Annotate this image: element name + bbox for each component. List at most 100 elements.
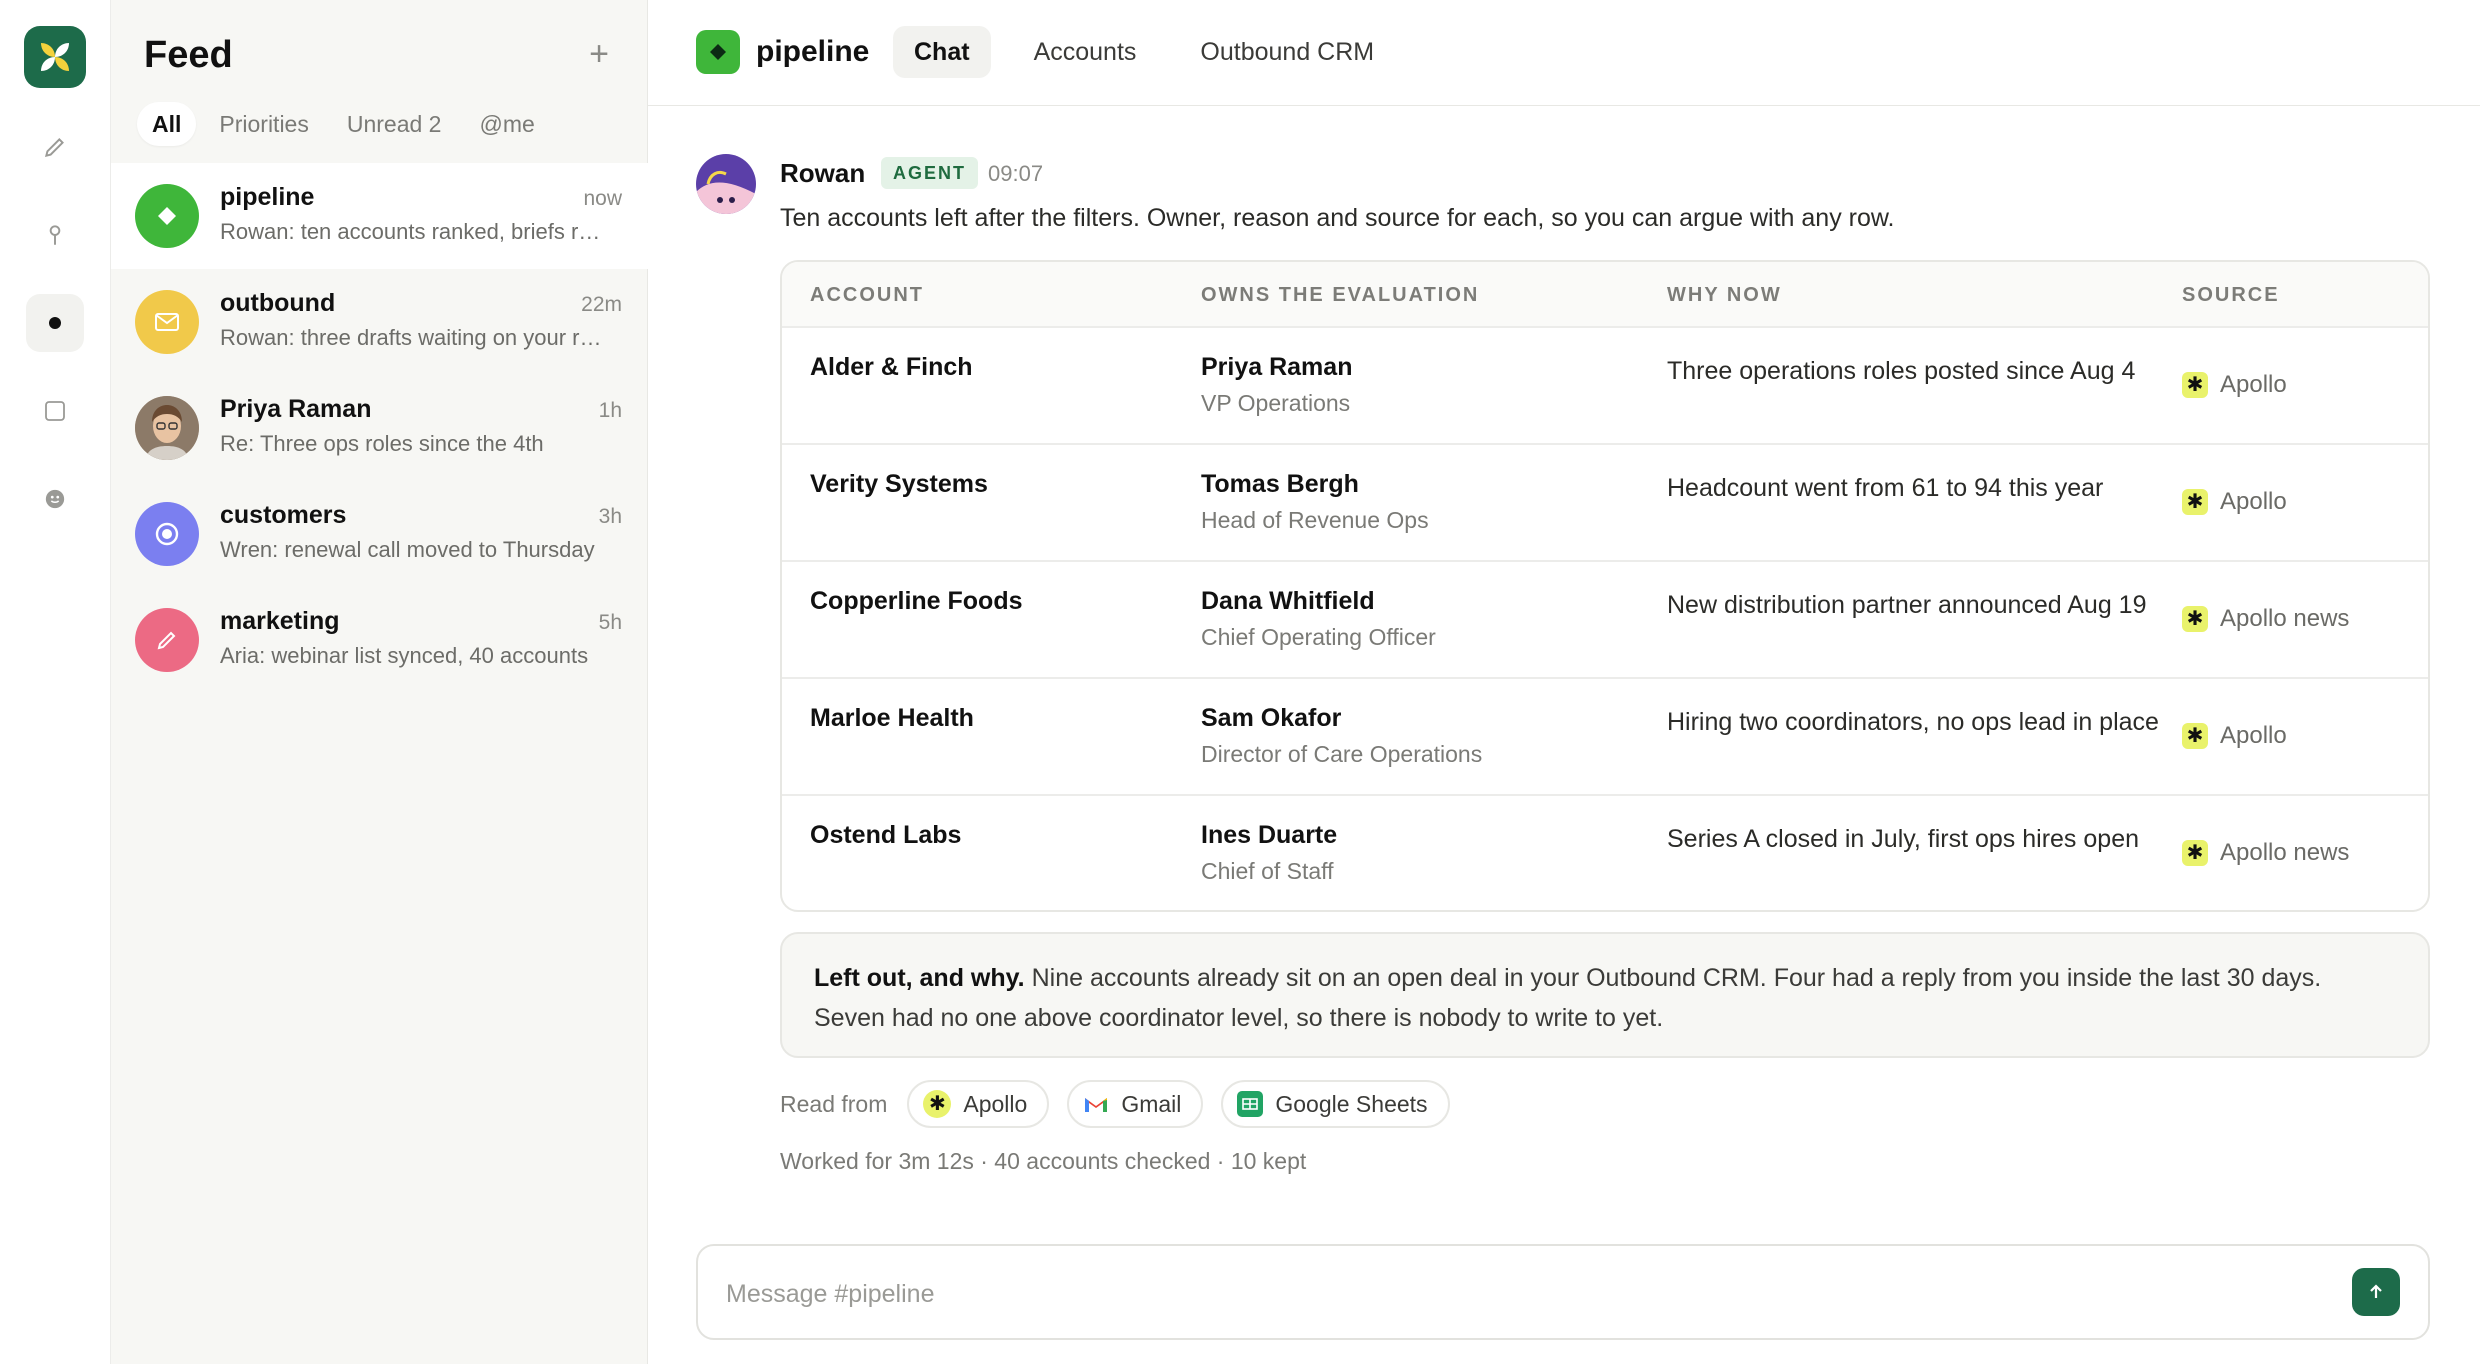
- feed-tab-mentions[interactable]: @me: [464, 102, 549, 146]
- feed-item-time: now: [583, 187, 622, 210]
- column-header-why-now: WHY NOW: [1667, 284, 1782, 306]
- feed-tab-unread[interactable]: Unread 2: [332, 102, 457, 146]
- source-chip-apollo[interactable]: ✱ Apollo: [907, 1080, 1050, 1128]
- note-text: Nine accounts already sit on an open dea…: [814, 964, 2322, 1032]
- owner-role: VP Operations: [1201, 390, 1351, 416]
- column-header-source: SOURCE: [2182, 284, 2280, 306]
- table-row[interactable]: Copperline Foods Dana Whitfield Chief Op…: [782, 562, 2428, 679]
- chip-label: Apollo: [963, 1090, 1028, 1117]
- column-header-owner: OWNS THE EVALUATION: [1201, 284, 1480, 306]
- feed-item-preview: Wren: renewal call moved to Thursday: [220, 537, 595, 562]
- tab-outbound-crm[interactable]: Outbound CRM: [1179, 26, 1395, 78]
- owner-role: Head of Revenue Ops: [1201, 507, 1429, 533]
- feed-item-time: 3h: [598, 505, 622, 528]
- feed-item-preview: Rowan: three drafts waiting on your revi…: [220, 325, 608, 350]
- table-row[interactable]: Alder & Finch Priya Raman VP Operations …: [782, 328, 2428, 445]
- source-label: Apollo: [2220, 722, 2287, 749]
- diamond-icon: [696, 30, 740, 74]
- owner-name: Priya Raman: [1201, 353, 1353, 381]
- chip-label: Google Sheets: [1275, 1090, 1428, 1117]
- source-label: Apollo: [2220, 371, 2287, 398]
- feed-item-name: pipeline: [220, 183, 315, 211]
- channel-tabs: Chat Accounts Outbound CRM: [893, 26, 1395, 78]
- apollo-icon: ✱: [2182, 606, 2208, 632]
- channel-name: pipeline: [756, 35, 870, 68]
- send-button[interactable]: [2352, 1268, 2400, 1316]
- owner-role: Chief Operating Officer: [1201, 624, 1436, 650]
- source-cell[interactable]: ✱ Apollo news: [2182, 605, 2349, 633]
- apollo-icon: ✱: [2182, 489, 2208, 515]
- source-chip-google-sheets[interactable]: Google Sheets: [1221, 1080, 1450, 1128]
- feed-item-name: Priya Raman: [220, 395, 372, 423]
- owner-role: Chief of Staff: [1201, 858, 1334, 884]
- why-now: Hiring two coordinators, no ops lead in …: [1667, 708, 2159, 736]
- envelope-icon: [135, 290, 199, 354]
- flower-logo-icon: [41, 43, 69, 71]
- square-icon[interactable]: [26, 382, 84, 440]
- diamond-icon: [135, 184, 199, 248]
- account-name: Ostend Labs: [810, 821, 962, 849]
- feed-item-time: 1h: [598, 399, 622, 422]
- dot-icon[interactable]: [26, 294, 84, 352]
- table-row[interactable]: Verity Systems Tomas Bergh Head of Reven…: [782, 445, 2428, 562]
- message-input[interactable]: [726, 1274, 2226, 1314]
- pin-icon[interactable]: [26, 206, 84, 264]
- source-cell[interactable]: ✱ Apollo: [2182, 722, 2287, 750]
- message-text: Ten accounts left after the filters. Own…: [780, 204, 1895, 232]
- feed-item-time: 22m: [581, 293, 622, 316]
- feed-item-outbound[interactable]: outbound 22m Rowan: three drafts waiting…: [111, 269, 648, 375]
- chip-label: Gmail: [1121, 1090, 1182, 1117]
- pencil-icon[interactable]: [26, 118, 84, 176]
- apollo-icon: ✱: [923, 1090, 952, 1118]
- feed-sidebar: Feed + All Priorities Unread 2 @me pipel…: [111, 0, 648, 1364]
- account-name: Verity Systems: [810, 470, 988, 498]
- message-composer: [696, 1244, 2430, 1340]
- owner-name: Sam Okafor: [1201, 704, 1342, 732]
- add-feed-button[interactable]: +: [581, 36, 617, 72]
- avatar: [696, 154, 756, 214]
- pencil-icon: [135, 608, 199, 672]
- source-label: Apollo: [2220, 488, 2287, 515]
- source-label: Apollo news: [2220, 839, 2350, 866]
- table-row[interactable]: Marloe Health Sam Okafor Director of Car…: [782, 679, 2428, 796]
- table-header: ACCOUNT OWNS THE EVALUATION WHY NOW SOUR…: [782, 262, 2428, 328]
- sheets-icon: [1237, 1091, 1264, 1117]
- source-cell[interactable]: ✱ Apollo news: [2182, 839, 2349, 867]
- tab-accounts[interactable]: Accounts: [1013, 26, 1158, 78]
- source-chip-gmail[interactable]: Gmail: [1067, 1080, 1204, 1128]
- feed-tabs: All Priorities Unread 2 @me: [137, 102, 550, 146]
- target-icon: [135, 502, 199, 566]
- table-row[interactable]: Ostend Labs Ines Duarte Chief of Staff S…: [782, 796, 2428, 910]
- note-lead: Left out, and why.: [814, 964, 1025, 992]
- source-cell[interactable]: ✱ Apollo: [2182, 488, 2287, 516]
- account-name: Copperline Foods: [810, 587, 1023, 615]
- source-label: Apollo news: [2220, 605, 2350, 632]
- read-from-label: Read from: [780, 1090, 888, 1117]
- column-header-account: ACCOUNT: [810, 284, 924, 306]
- feed-item-pipeline[interactable]: pipeline now Rowan: ten accounts ranked,…: [111, 163, 648, 269]
- message-author[interactable]: Rowan: [780, 158, 865, 189]
- why-now: Three operations roles posted since Aug …: [1667, 357, 2136, 385]
- smiley-icon[interactable]: [26, 470, 84, 528]
- feed-tab-all[interactable]: All: [137, 102, 197, 146]
- feed-title: Feed: [144, 34, 233, 76]
- accounts-table: ACCOUNT OWNS THE EVALUATION WHY NOW SOUR…: [780, 260, 2430, 912]
- why-now: New distribution partner announced Aug 1…: [1667, 591, 2147, 619]
- apollo-icon: ✱: [2182, 372, 2208, 398]
- app-logo[interactable]: [24, 26, 86, 88]
- apollo-icon: ✱: [2182, 723, 2208, 749]
- tab-chat[interactable]: Chat: [893, 26, 991, 78]
- apollo-icon: ✱: [2182, 840, 2208, 866]
- feed-item-preview: Re: Three ops roles since the 4th: [220, 431, 544, 456]
- source-cell[interactable]: ✱ Apollo: [2182, 371, 2287, 399]
- owner-role: Director of Care Operations: [1201, 741, 1483, 767]
- account-name: Marloe Health: [810, 704, 974, 732]
- feed-item-time: 5h: [598, 611, 622, 634]
- feed-item-customers[interactable]: customers 3h Wren: renewal call moved to…: [111, 481, 648, 587]
- feed-item-name: marketing: [220, 607, 340, 635]
- message-time: 09:07: [988, 161, 1044, 186]
- feed-item-preview: Rowan: ten accounts ranked, briefs ready: [220, 219, 608, 244]
- feed-item-priya-raman[interactable]: Priya Raman 1h Re: Three ops roles since…: [111, 375, 648, 481]
- feed-item-marketing[interactable]: marketing 5h Aria: webinar list synced, …: [111, 587, 648, 693]
- feed-tab-priorities[interactable]: Priorities: [204, 102, 323, 146]
